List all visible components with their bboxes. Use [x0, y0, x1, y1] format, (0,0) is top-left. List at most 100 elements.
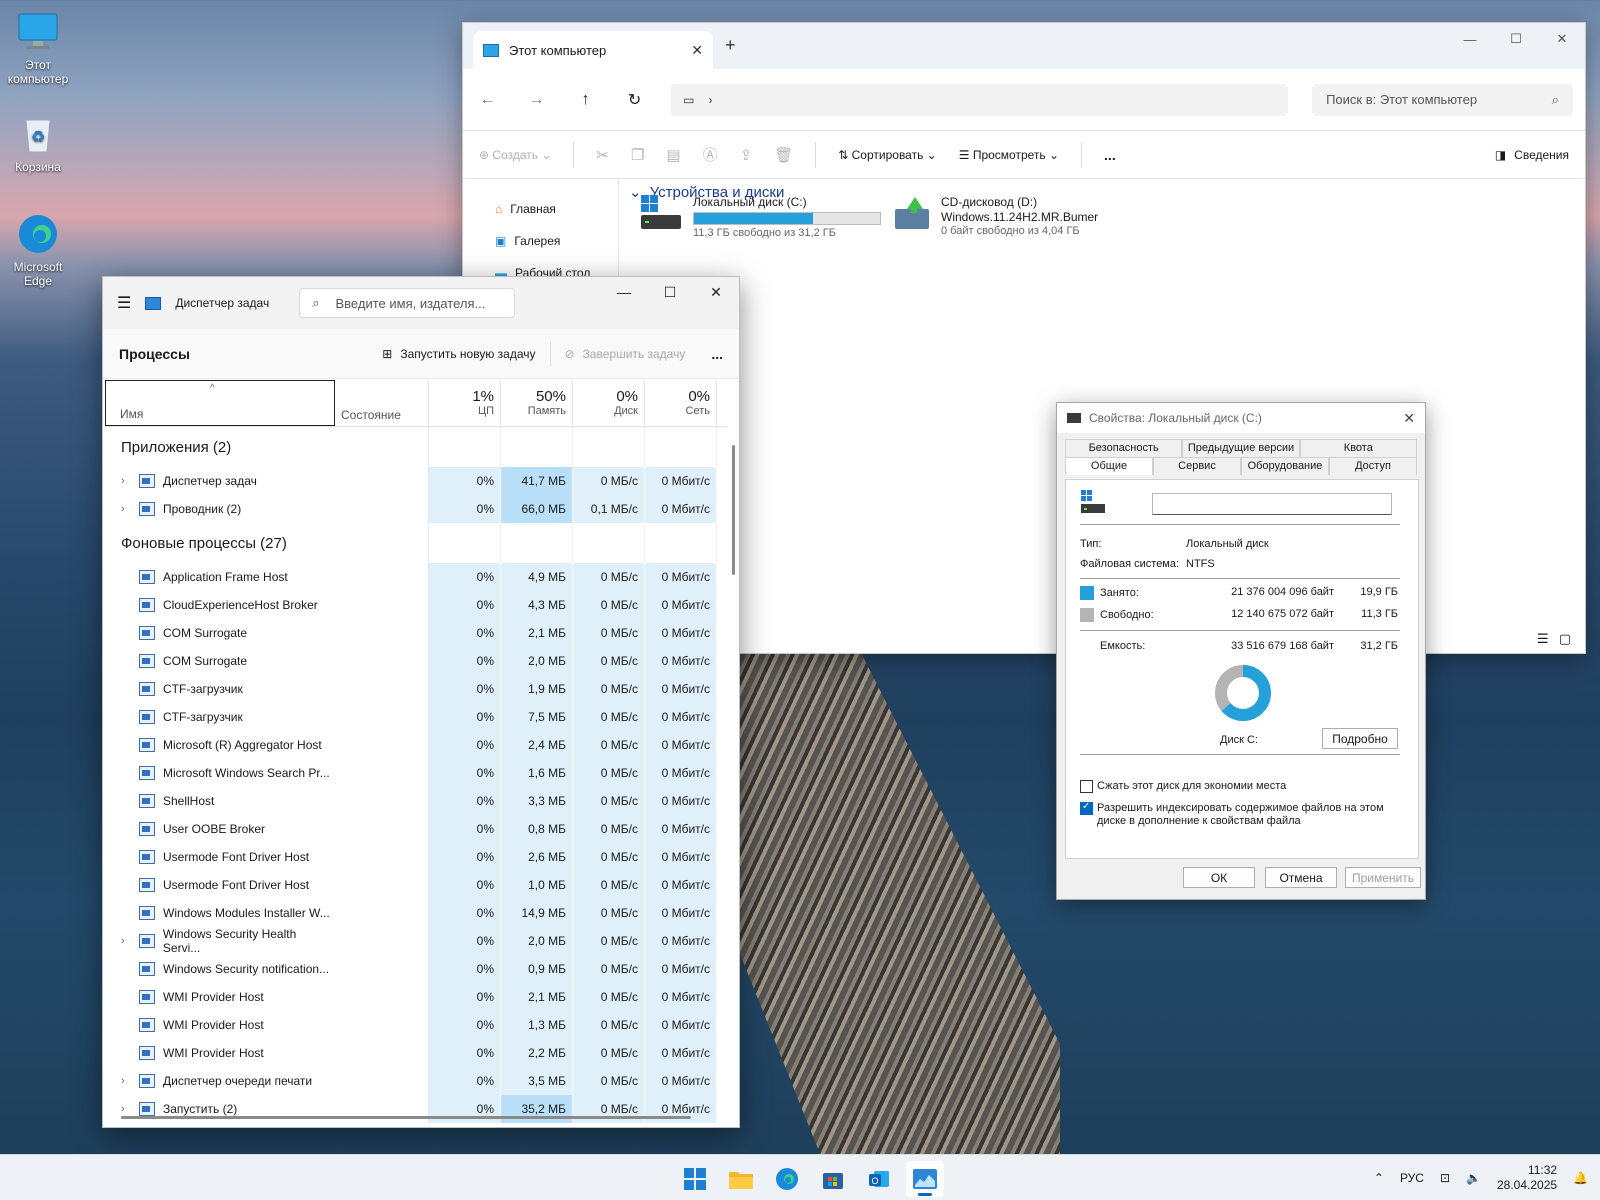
- close-icon[interactable]: ✕: [693, 281, 739, 303]
- tab-hardware[interactable]: Оборудование: [1241, 457, 1329, 475]
- start-button[interactable]: [676, 1161, 714, 1197]
- table-row[interactable]: CloudExperienceHost Broker 0% 4,3 МБ 0 МБ/с…: [105, 591, 727, 619]
- table-row[interactable]: › Диспетчер очереди печати 0% 3,5 МБ 0 МБ/с 0…: [105, 1067, 727, 1095]
- table-row[interactable]: Usermode Font Driver Host 0% 2,6 МБ 0 МБ/с 0…: [105, 843, 727, 871]
- table-row[interactable]: ShellHost 0% 3,3 МБ 0 МБ/с 0 Мбит/с: [105, 787, 727, 815]
- drive-c[interactable]: Локальный диск (C:) 11,3 ГБ свободно из …: [639, 195, 881, 239]
- clock[interactable]: 11:32 28.04.2025: [1497, 1163, 1557, 1193]
- close-tab-icon[interactable]: ✕: [691, 42, 703, 59]
- table-row[interactable]: Windows Modules Installer W... 0% 14,9 МБ 0…: [105, 899, 727, 927]
- desktop-icon-edge[interactable]: Microsoft Edge: [0, 212, 76, 288]
- sidebar-item-gallery[interactable]: ▣ Галерея: [495, 225, 618, 257]
- sidebar-item-home[interactable]: ⌂ Главная: [495, 193, 618, 225]
- copy-icon[interactable]: ❐: [631, 146, 644, 164]
- column-header-cpu[interactable]: 1% ЦП: [429, 380, 501, 426]
- task-manager-search-input[interactable]: ⌕ Введите имя, издателя...: [299, 288, 516, 318]
- table-row[interactable]: Microsoft (R) Aggregator Host 0% 2,4 МБ 0 М…: [105, 731, 727, 759]
- tiles-view-icon[interactable]: ▢: [1559, 631, 1571, 647]
- taskbar-task-manager[interactable]: [906, 1161, 944, 1197]
- list-view-icon[interactable]: ☰: [1537, 631, 1549, 647]
- address-bar[interactable]: ▭ ›: [671, 83, 1289, 116]
- compress-option[interactable]: Сжать этот диск для экономии места: [1080, 780, 1286, 793]
- minimize-icon[interactable]: —: [1447, 23, 1493, 55]
- details-button[interactable]: Подробно: [1322, 728, 1398, 749]
- explorer-search-input[interactable]: Поиск в: Этот компьютер ⌕: [1312, 83, 1574, 116]
- table-row[interactable]: CTF-загрузчик 0% 1,9 МБ 0 МБ/с 0 Мбит/с: [105, 675, 727, 703]
- maximize-icon[interactable]: ☐: [1493, 23, 1539, 55]
- compress-checkbox[interactable]: [1080, 780, 1093, 793]
- new-tab-icon[interactable]: +: [725, 35, 736, 56]
- table-row[interactable]: Windows Security notification... 0% 0,9 МБ…: [105, 955, 727, 983]
- apply-button[interactable]: Применить: [1345, 867, 1421, 888]
- cut-icon[interactable]: ✂: [596, 146, 609, 164]
- cancel-button[interactable]: Отмена: [1265, 867, 1337, 888]
- table-row[interactable]: User OOBE Broker 0% 0,8 МБ 0 МБ/с 0 Мбит/с: [105, 815, 727, 843]
- tab-general[interactable]: Общие: [1065, 457, 1153, 475]
- chevron-right-icon[interactable]: ›: [121, 475, 131, 487]
- more-button[interactable]: ...: [1104, 147, 1116, 163]
- explorer-tab[interactable]: Этот компьютер ✕: [473, 31, 713, 69]
- column-header-network[interactable]: 0% Сеть: [645, 380, 717, 426]
- minimize-icon[interactable]: —: [601, 281, 647, 303]
- share-icon[interactable]: ⇪: [740, 146, 753, 164]
- forward-arrow-icon[interactable]: →: [524, 91, 549, 109]
- taskbar-edge[interactable]: [768, 1161, 806, 1197]
- view-button[interactable]: ☰ Просмотреть ⌄: [959, 148, 1059, 162]
- horizontal-scrollbar[interactable]: [121, 1116, 691, 1119]
- details-button[interactable]: ◨ Сведения: [1495, 148, 1569, 162]
- drive-d[interactable]: CD-дисковод (D:) Windows.11.24H2.MR.Bume…: [893, 195, 1098, 237]
- ok-button[interactable]: ОК: [1183, 867, 1255, 888]
- table-row[interactable]: Usermode Font Driver Host 0% 1,0 МБ 0 МБ/с 0…: [105, 871, 727, 899]
- run-new-task-button[interactable]: ⊞ Запустить новую задачу: [382, 347, 535, 361]
- network-icon[interactable]: ⊡: [1440, 1171, 1450, 1185]
- table-row[interactable]: › Проводник (2) 0% 66,0 МБ 0,1 МБ/с 0 Мбит/с: [105, 495, 727, 523]
- taskbar-outlook[interactable]: O: [860, 1161, 898, 1197]
- table-row[interactable]: WMI Provider Host 0% 1,3 МБ 0 МБ/с 0 Мбит/с: [105, 1011, 727, 1039]
- more-options-button[interactable]: ...: [711, 346, 723, 362]
- chevron-up-icon[interactable]: ⌃: [1374, 1171, 1384, 1185]
- table-row[interactable]: Application Frame Host 0% 4,9 МБ 0 МБ/с 0 Мб…: [105, 563, 727, 591]
- table-row[interactable]: › Диспетчер задач 0% 41,7 МБ 0 МБ/с 0 Мбит/с: [105, 467, 727, 495]
- column-header-memory[interactable]: 50% Память: [501, 380, 573, 426]
- tab-quota[interactable]: Квота: [1299, 439, 1417, 457]
- taskbar-store[interactable]: [814, 1161, 852, 1197]
- tab-previous-versions[interactable]: Предыдущие версии: [1182, 439, 1300, 457]
- taskbar-explorer[interactable]: [722, 1161, 760, 1197]
- table-row[interactable]: Microsoft Windows Search Pr... 0% 1,6 МБ 0 …: [105, 759, 727, 787]
- chevron-right-icon[interactable]: ›: [121, 935, 131, 947]
- create-button[interactable]: ⊕ Создать ⌄: [479, 148, 551, 162]
- volume-icon[interactable]: 🔈: [1466, 1171, 1481, 1185]
- table-row[interactable]: › Windows Security Health Servi... 0% 2,0 М…: [105, 927, 727, 955]
- end-task-button[interactable]: ⊘ Завершить задачу: [565, 347, 686, 361]
- back-arrow-icon[interactable]: ←: [475, 91, 500, 109]
- tab-security[interactable]: Безопасность: [1065, 439, 1183, 457]
- table-row[interactable]: WMI Provider Host 0% 2,1 МБ 0 МБ/с 0 Мбит/с: [105, 983, 727, 1011]
- volume-label-input[interactable]: [1152, 493, 1392, 515]
- notifications-icon[interactable]: 🔔: [1573, 1171, 1588, 1185]
- desktop-icon-this-pc[interactable]: Этот компьютер: [0, 10, 76, 86]
- maximize-icon[interactable]: ☐: [647, 281, 693, 303]
- tab-sharing[interactable]: Доступ: [1329, 457, 1417, 475]
- index-option[interactable]: Разрешить индексировать содержимое файло…: [1080, 801, 1384, 828]
- delete-icon[interactable]: 🗑: [774, 146, 793, 164]
- table-row[interactable]: COM Surrogate 0% 2,0 МБ 0 МБ/с 0 Мбит/с: [105, 647, 727, 675]
- column-header-state[interactable]: Состояние: [335, 380, 429, 426]
- refresh-icon[interactable]: ↻: [622, 90, 647, 110]
- paste-icon[interactable]: ▤: [666, 146, 680, 164]
- table-row[interactable]: WMI Provider Host 0% 2,2 МБ 0 МБ/с 0 Мбит/с: [105, 1039, 727, 1067]
- desktop-icon-recycle-bin[interactable]: ♻ Корзина: [0, 112, 76, 174]
- tab-service[interactable]: Сервис: [1153, 457, 1241, 475]
- table-row[interactable]: CTF-загрузчик 0% 7,5 МБ 0 МБ/с 0 Мбит/с: [105, 703, 727, 731]
- up-arrow-icon[interactable]: ↑: [573, 91, 598, 109]
- close-icon[interactable]: ✕: [1539, 23, 1585, 55]
- sort-button[interactable]: ⇅ Сортировать ⌄: [838, 148, 936, 162]
- hamburger-menu-icon[interactable]: ☰: [117, 293, 131, 313]
- close-icon[interactable]: ✕: [1403, 410, 1415, 427]
- index-checkbox[interactable]: [1080, 801, 1093, 815]
- column-header-name[interactable]: ^ Имя: [105, 380, 335, 426]
- chevron-right-icon[interactable]: ›: [121, 503, 131, 515]
- chevron-right-icon[interactable]: ›: [121, 1103, 131, 1115]
- vertical-scrollbar[interactable]: [732, 445, 735, 575]
- column-header-disk[interactable]: 0% Диск: [573, 380, 645, 426]
- rename-icon[interactable]: Ⓐ: [703, 144, 718, 165]
